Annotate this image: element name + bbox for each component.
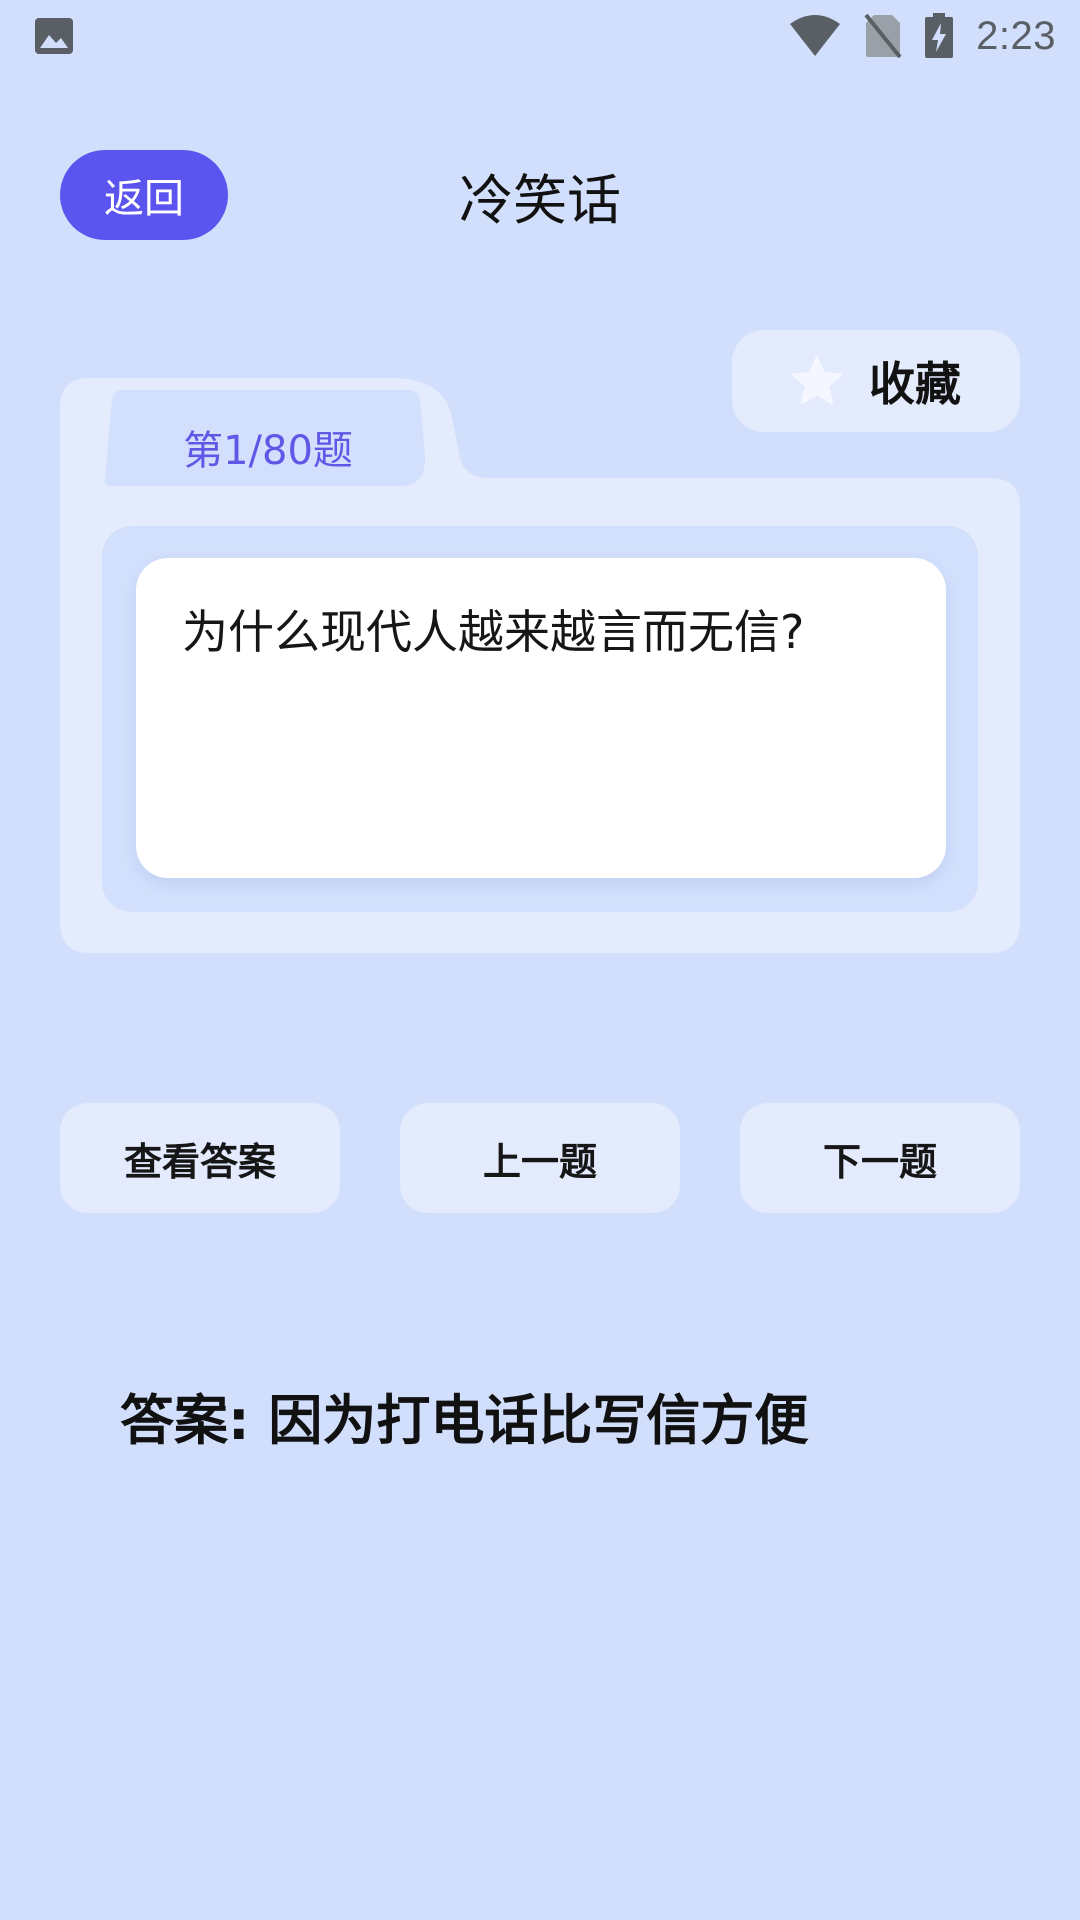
question-panel: 为什么现代人越来越言而无信? <box>102 526 978 912</box>
status-bar: 2:23 <box>0 0 1080 72</box>
no-sim-icon <box>864 13 902 59</box>
status-time: 2:23 <box>976 13 1056 58</box>
back-button[interactable]: 返回 <box>60 150 228 240</box>
answer-text: 因为打电话比写信方便 <box>268 1389 809 1452</box>
previous-question-button[interactable]: 上一题 <box>400 1103 680 1213</box>
show-answer-button[interactable]: 查看答案 <box>60 1103 340 1213</box>
question-card: 为什么现代人越来越言而无信? <box>136 558 946 878</box>
action-buttons: 查看答案 上一题 下一题 <box>60 1103 1020 1213</box>
question-text: 为什么现代人越来越言而无信? <box>182 605 805 659</box>
question-folder-card: 第1/80题 为什么现代人越来越言而无信? <box>60 378 1020 953</box>
answer-line: 答案: 因为打电话比写信方便 <box>120 1376 808 1455</box>
battery-charging-icon <box>925 13 954 58</box>
next-question-button[interactable]: 下一题 <box>740 1103 1020 1213</box>
answer-prefix: 答案: <box>120 1389 269 1452</box>
question-counter: 第1/80题 <box>183 428 353 474</box>
wifi-icon <box>790 15 841 56</box>
image-icon <box>35 18 73 54</box>
status-icons: 2:23 <box>788 8 1056 64</box>
